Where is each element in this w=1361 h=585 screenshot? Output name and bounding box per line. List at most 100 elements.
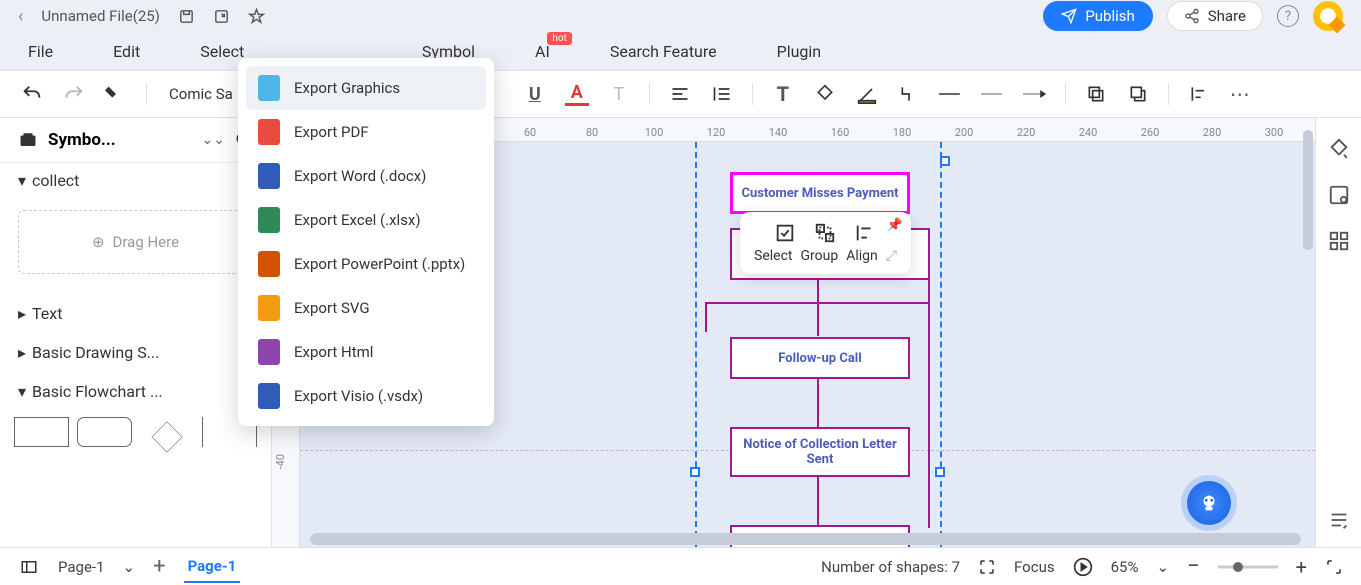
share-label: Share	[1208, 7, 1246, 25]
align-label[interactable]: Align	[846, 248, 878, 264]
properties-panel-icon[interactable]	[1328, 184, 1350, 206]
align-left-icon[interactable]	[668, 82, 692, 106]
shape-rounded-rect[interactable]	[77, 417, 132, 447]
fill-icon[interactable]	[813, 82, 837, 106]
more-icon[interactable]: ⋯	[1229, 82, 1253, 106]
group-label[interactable]: Group	[800, 248, 838, 264]
align-objects-icon[interactable]	[1187, 82, 1211, 106]
zoom-out-icon[interactable]: −	[1187, 554, 1200, 579]
chevron-down-icon: ▾	[18, 171, 26, 190]
collapse-icon[interactable]: ⌄⌄	[202, 132, 225, 148]
vertical-scrollbar[interactable]	[1303, 130, 1313, 250]
select-label[interactable]: Select	[754, 248, 792, 264]
file-type-icon	[258, 295, 280, 321]
export-item-img[interactable]: Export Graphics	[246, 66, 486, 110]
focus-icon[interactable]	[978, 558, 996, 576]
page-tab-1[interactable]: Page-1	[184, 551, 241, 583]
group-tool-icon[interactable]	[814, 222, 836, 244]
selection-handle[interactable]	[690, 467, 700, 477]
play-icon[interactable]	[1073, 557, 1093, 577]
export-item-xls[interactable]: Export Excel (.xlsx)	[246, 198, 486, 242]
flow-line	[705, 302, 930, 304]
add-page-icon[interactable]: +	[153, 554, 165, 579]
zoom-slider[interactable]	[1218, 562, 1278, 572]
font-family-select[interactable]: Comic Sa	[165, 83, 237, 105]
line-style-icon[interactable]	[981, 82, 1005, 106]
ruler-tick: 180	[893, 126, 912, 139]
status-bar: Page-1 ⌄ + Page-1 Number of shapes: 7 Fo…	[0, 547, 1361, 585]
page-select[interactable]: Page-1	[58, 558, 105, 576]
export-item-html[interactable]: Export Html	[246, 330, 486, 374]
shape-diamond[interactable]	[151, 421, 182, 452]
save-icon[interactable]	[178, 8, 195, 25]
menu-file[interactable]: File	[28, 42, 53, 61]
share-button[interactable]: Share	[1167, 1, 1263, 31]
export-item-ppt[interactable]: Export PowerPoint (.pptx)	[246, 242, 486, 286]
focus-label[interactable]: Focus	[1014, 558, 1055, 576]
chevron-down-icon[interactable]: ⌄	[123, 558, 136, 576]
floating-toolbar: 📌 Select Group Align ⤢	[740, 212, 911, 274]
fill-panel-icon[interactable]	[1328, 138, 1350, 160]
zoom-level[interactable]: 65%	[1111, 558, 1139, 576]
shape-rectangle[interactable]	[14, 417, 69, 447]
line-spacing-icon[interactable]	[710, 82, 734, 106]
font-color-icon[interactable]: A	[565, 82, 589, 106]
apps-panel-icon[interactable]	[1328, 230, 1350, 252]
redo-icon[interactable]	[62, 82, 86, 106]
arrow-style-icon[interactable]	[1023, 82, 1047, 106]
underline-icon[interactable]: U	[523, 82, 547, 106]
drag-drop-zone[interactable]: ⊕ Drag Here	[18, 210, 253, 274]
expand-icon[interactable]: ⤢	[886, 248, 897, 264]
flow-box-3[interactable]: Follow-up Call	[730, 337, 910, 379]
chat-fab[interactable]	[1187, 481, 1231, 525]
export-item-pdf[interactable]: Export PDF	[246, 110, 486, 154]
file-name[interactable]: Unnamed File(25)	[41, 7, 160, 25]
back-icon[interactable]: ‹	[18, 6, 23, 27]
section-text[interactable]: ▸Text	[0, 294, 271, 333]
connector-icon[interactable]	[897, 82, 921, 106]
section-collect[interactable]: ▾collect	[0, 163, 271, 198]
export-item-svg[interactable]: Export SVG	[246, 286, 486, 330]
chevron-down-icon[interactable]: ⌄	[1156, 558, 1169, 576]
file-type-icon	[258, 163, 280, 189]
format-painter-icon[interactable]	[104, 82, 128, 106]
text-tool-icon[interactable]: T	[771, 82, 795, 106]
flow-line	[817, 477, 819, 525]
pin-icon[interactable]: 📌	[887, 218, 903, 233]
right-rail	[1315, 118, 1361, 547]
line-color-icon[interactable]	[855, 82, 879, 106]
section-basic-flowchart[interactable]: ▾Basic Flowchart ...	[0, 372, 271, 411]
align-tool-icon[interactable]	[854, 222, 876, 244]
help-icon[interactable]: ?	[1277, 5, 1299, 27]
select-tool-icon[interactable]	[774, 222, 796, 244]
flow-line	[705, 302, 707, 332]
layer-back-icon[interactable]	[1126, 82, 1150, 106]
user-avatar[interactable]	[1313, 1, 1343, 31]
selection-handle[interactable]	[935, 467, 945, 477]
zoom-in-icon[interactable]: +	[1296, 555, 1307, 579]
list-panel-icon[interactable]	[1328, 509, 1350, 531]
menu-search-feature[interactable]: Search Feature	[610, 42, 717, 61]
pages-icon[interactable]	[18, 558, 40, 576]
export-item-word[interactable]: Export Word (.docx)	[246, 154, 486, 198]
menu-ai[interactable]: AIhot	[535, 42, 550, 61]
menu-select[interactable]: Select	[200, 42, 244, 61]
format-toolbar: Comic Sa U A T T ⋯	[0, 70, 1361, 118]
text-clear-icon[interactable]: T	[607, 82, 631, 106]
menu-edit[interactable]: Edit	[113, 42, 140, 61]
layer-front-icon[interactable]	[1084, 82, 1108, 106]
star-icon[interactable]	[248, 8, 265, 25]
export-item-visio[interactable]: Export Visio (.vsdx)	[246, 374, 486, 418]
fullscreen-icon[interactable]	[1325, 558, 1343, 576]
line-weight-icon[interactable]	[939, 82, 963, 106]
menu-plugin[interactable]: Plugin	[777, 42, 822, 61]
selection-handle[interactable]	[940, 156, 950, 166]
horizontal-scrollbar[interactable]	[310, 533, 1301, 545]
publish-button[interactable]: Publish	[1043, 1, 1152, 31]
section-basic-drawing[interactable]: ▸Basic Drawing S...	[0, 333, 271, 372]
flow-box-4[interactable]: Notice of Collection Letter Sent	[730, 427, 910, 477]
flow-box-1[interactable]: Customer Misses Payment	[730, 172, 910, 214]
undo-icon[interactable]	[20, 82, 44, 106]
export-icon[interactable]	[213, 8, 230, 25]
ruler-tick: 280	[1203, 126, 1222, 139]
